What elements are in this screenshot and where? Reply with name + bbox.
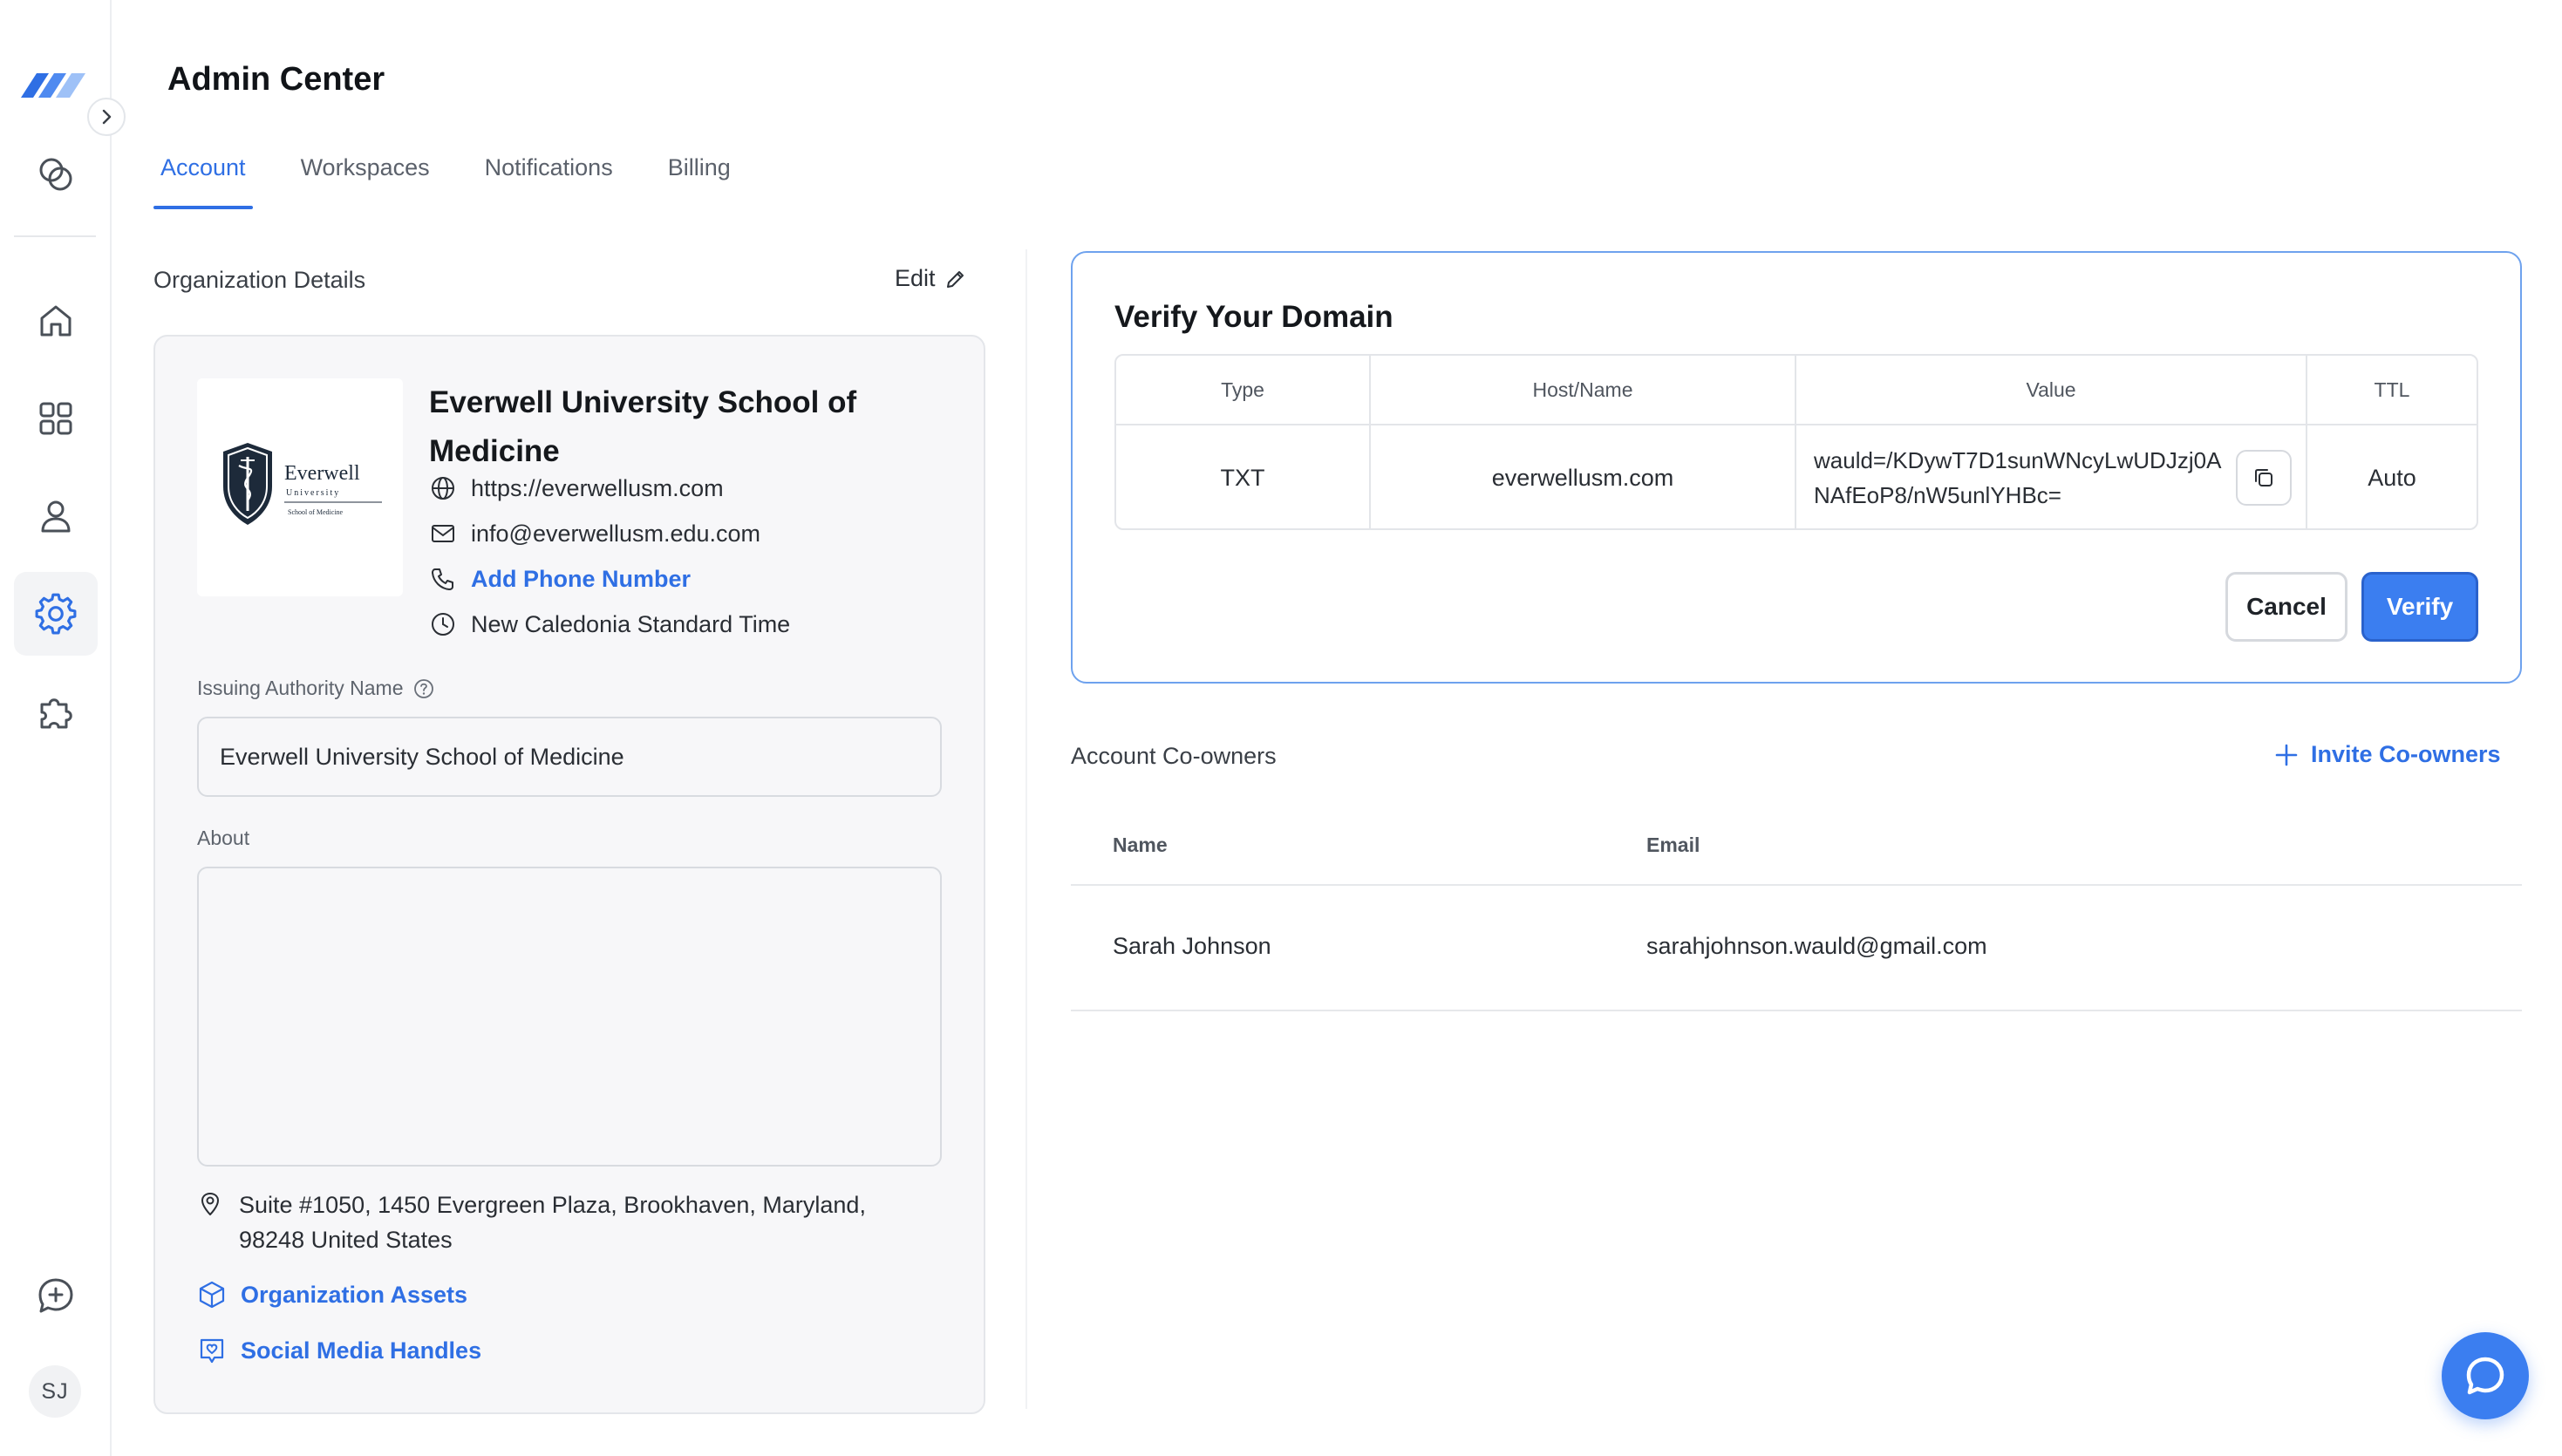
social-media-handles-label: Social Media Handles <box>241 1337 482 1364</box>
record-value-cell: wauld=/KDywT7D1sunWNcyLwUDJzj0ANAfEoP8/n… <box>1796 425 2307 528</box>
address-row: Suite #1050, 1450 Evergreen Plaza, Brook… <box>197 1187 921 1257</box>
social-media-handles-link[interactable]: Social Media Handles <box>197 1336 481 1365</box>
mail-icon <box>429 520 457 548</box>
chevron-right-icon <box>102 109 112 125</box>
coowners-header-divider <box>1071 884 2522 886</box>
page-title: Admin Center <box>167 61 385 98</box>
coowner-email: sarahjohnson.wauld@gmail.com <box>1646 933 1987 959</box>
pencil-icon <box>946 270 964 288</box>
sidebar-divider <box>14 235 96 237</box>
verify-domain-title: Verify Your Domain <box>1114 300 1393 334</box>
column-divider <box>1025 249 1027 1409</box>
column-host: Host/Name <box>1371 356 1796 424</box>
sidebar-item-users[interactable] <box>14 474 98 558</box>
column-ttl: TTL <box>2374 378 2410 401</box>
svg-text:University: University <box>286 488 340 498</box>
account-coowners-heading: Account Co-owners <box>1071 743 1277 769</box>
location-pin-icon <box>201 1193 219 1215</box>
clock-icon <box>429 610 457 638</box>
tab-billing[interactable]: Billing <box>661 152 738 209</box>
user-icon <box>41 500 71 533</box>
column-email: Email <box>1646 833 1700 856</box>
svg-text:Everwell: Everwell <box>284 462 360 485</box>
circles-icon <box>39 158 72 191</box>
organization-assets-link[interactable]: Organization Assets <box>197 1280 467 1310</box>
help-circle-icon[interactable] <box>412 677 435 700</box>
chat-plus-icon <box>38 1278 73 1313</box>
about-textarea[interactable] <box>197 867 942 1167</box>
website-text[interactable]: https://everwellusm.com <box>471 475 724 502</box>
expand-sidebar-button[interactable] <box>87 98 126 136</box>
about-label: About <box>197 827 250 849</box>
copy-value-button[interactable] <box>2236 450 2292 506</box>
issuing-authority-input[interactable]: Everwell University School of Medicine <box>197 717 942 797</box>
app-logo-icon[interactable] <box>17 66 91 101</box>
website-row: https://everwellusm.com <box>429 474 724 502</box>
heart-message-icon <box>200 1338 224 1364</box>
timezone-row: New Caledonia Standard Time <box>429 610 790 638</box>
home-icon <box>40 305 72 337</box>
column-value: Value <box>1796 356 2307 424</box>
sidebar-item-integrations[interactable] <box>14 670 98 753</box>
edit-label: Edit <box>895 265 936 291</box>
column-type: Type <box>1116 356 1371 424</box>
sidebar-item-apps[interactable] <box>14 377 98 460</box>
support-chat-button[interactable] <box>2442 1332 2529 1419</box>
address-text: Suite #1050, 1450 Evergreen Plaza, Brook… <box>239 1192 866 1253</box>
settings-icon <box>35 593 77 635</box>
phone-row: Add Phone Number <box>429 565 691 593</box>
box-icon <box>199 1281 225 1309</box>
organization-assets-label: Organization Assets <box>241 1281 468 1308</box>
tab-workspaces[interactable]: Workspaces <box>294 152 437 209</box>
record-ttl: Auto <box>2368 464 2416 491</box>
organization-logo: Everwell University School of Medicine <box>197 378 403 596</box>
email-row: info@everwellusm.edu.com <box>429 520 760 548</box>
email-text[interactable]: info@everwellusm.edu.com <box>471 520 760 548</box>
sidebar-item-home[interactable] <box>14 279 98 363</box>
sidebar-item-feedback[interactable] <box>14 1254 98 1337</box>
edit-organization-button[interactable]: Edit <box>895 265 967 292</box>
grid-icon <box>39 402 72 435</box>
timezone-text: New Caledonia Standard Time <box>471 610 791 637</box>
record-value: wauld=/KDywT7D1sunWNcyLwUDJzj0ANAfEoP8/n… <box>1814 447 2222 508</box>
phone-icon <box>429 565 457 593</box>
tab-bar: Account Workspaces Notifications Billing <box>153 152 779 209</box>
puzzle-icon <box>40 698 72 729</box>
dns-table-header: Type Host/Name Value TTL <box>1116 356 2477 425</box>
tab-notifications[interactable]: Notifications <box>478 152 620 209</box>
dns-record-table: Type Host/Name Value TTL TXT everwellusm… <box>1114 354 2478 530</box>
sidebar-item-circles[interactable] <box>14 133 98 216</box>
user-avatar[interactable]: SJ <box>29 1365 81 1418</box>
verify-button[interactable]: Verify <box>2361 572 2478 642</box>
organization-name: Everwell University School of Medicine <box>429 385 857 468</box>
coowners-row-divider <box>1071 1010 2522 1011</box>
issuing-authority-label: Issuing Authority Name <box>197 677 435 700</box>
coowner-name: Sarah Johnson <box>1113 933 1271 959</box>
svg-text:School of Medicine: School of Medicine <box>288 508 344 516</box>
organization-details-heading: Organization Details <box>153 267 366 293</box>
issuing-authority-label-text: Issuing Authority Name <box>197 677 404 699</box>
globe-icon <box>429 474 457 502</box>
sidebar-item-settings[interactable] <box>14 572 98 656</box>
table-row: TXT everwellusm.com wauld=/KDywT7D1sunWN… <box>1116 425 2477 528</box>
copy-icon <box>2255 469 2272 486</box>
plus-icon <box>2275 744 2298 765</box>
column-name: Name <box>1113 833 1168 856</box>
record-type: TXT <box>1116 425 1371 528</box>
tab-account[interactable]: Account <box>153 152 253 209</box>
add-phone-number-link[interactable]: Add Phone Number <box>471 566 691 593</box>
invite-coowners-label: Invite Co-owners <box>2311 741 2501 767</box>
invite-coowners-button[interactable]: Invite Co-owners <box>2274 741 2501 768</box>
chat-bubble-icon <box>2466 1357 2504 1395</box>
cancel-button[interactable]: Cancel <box>2225 572 2347 642</box>
record-host: everwellusm.com <box>1371 425 1796 528</box>
